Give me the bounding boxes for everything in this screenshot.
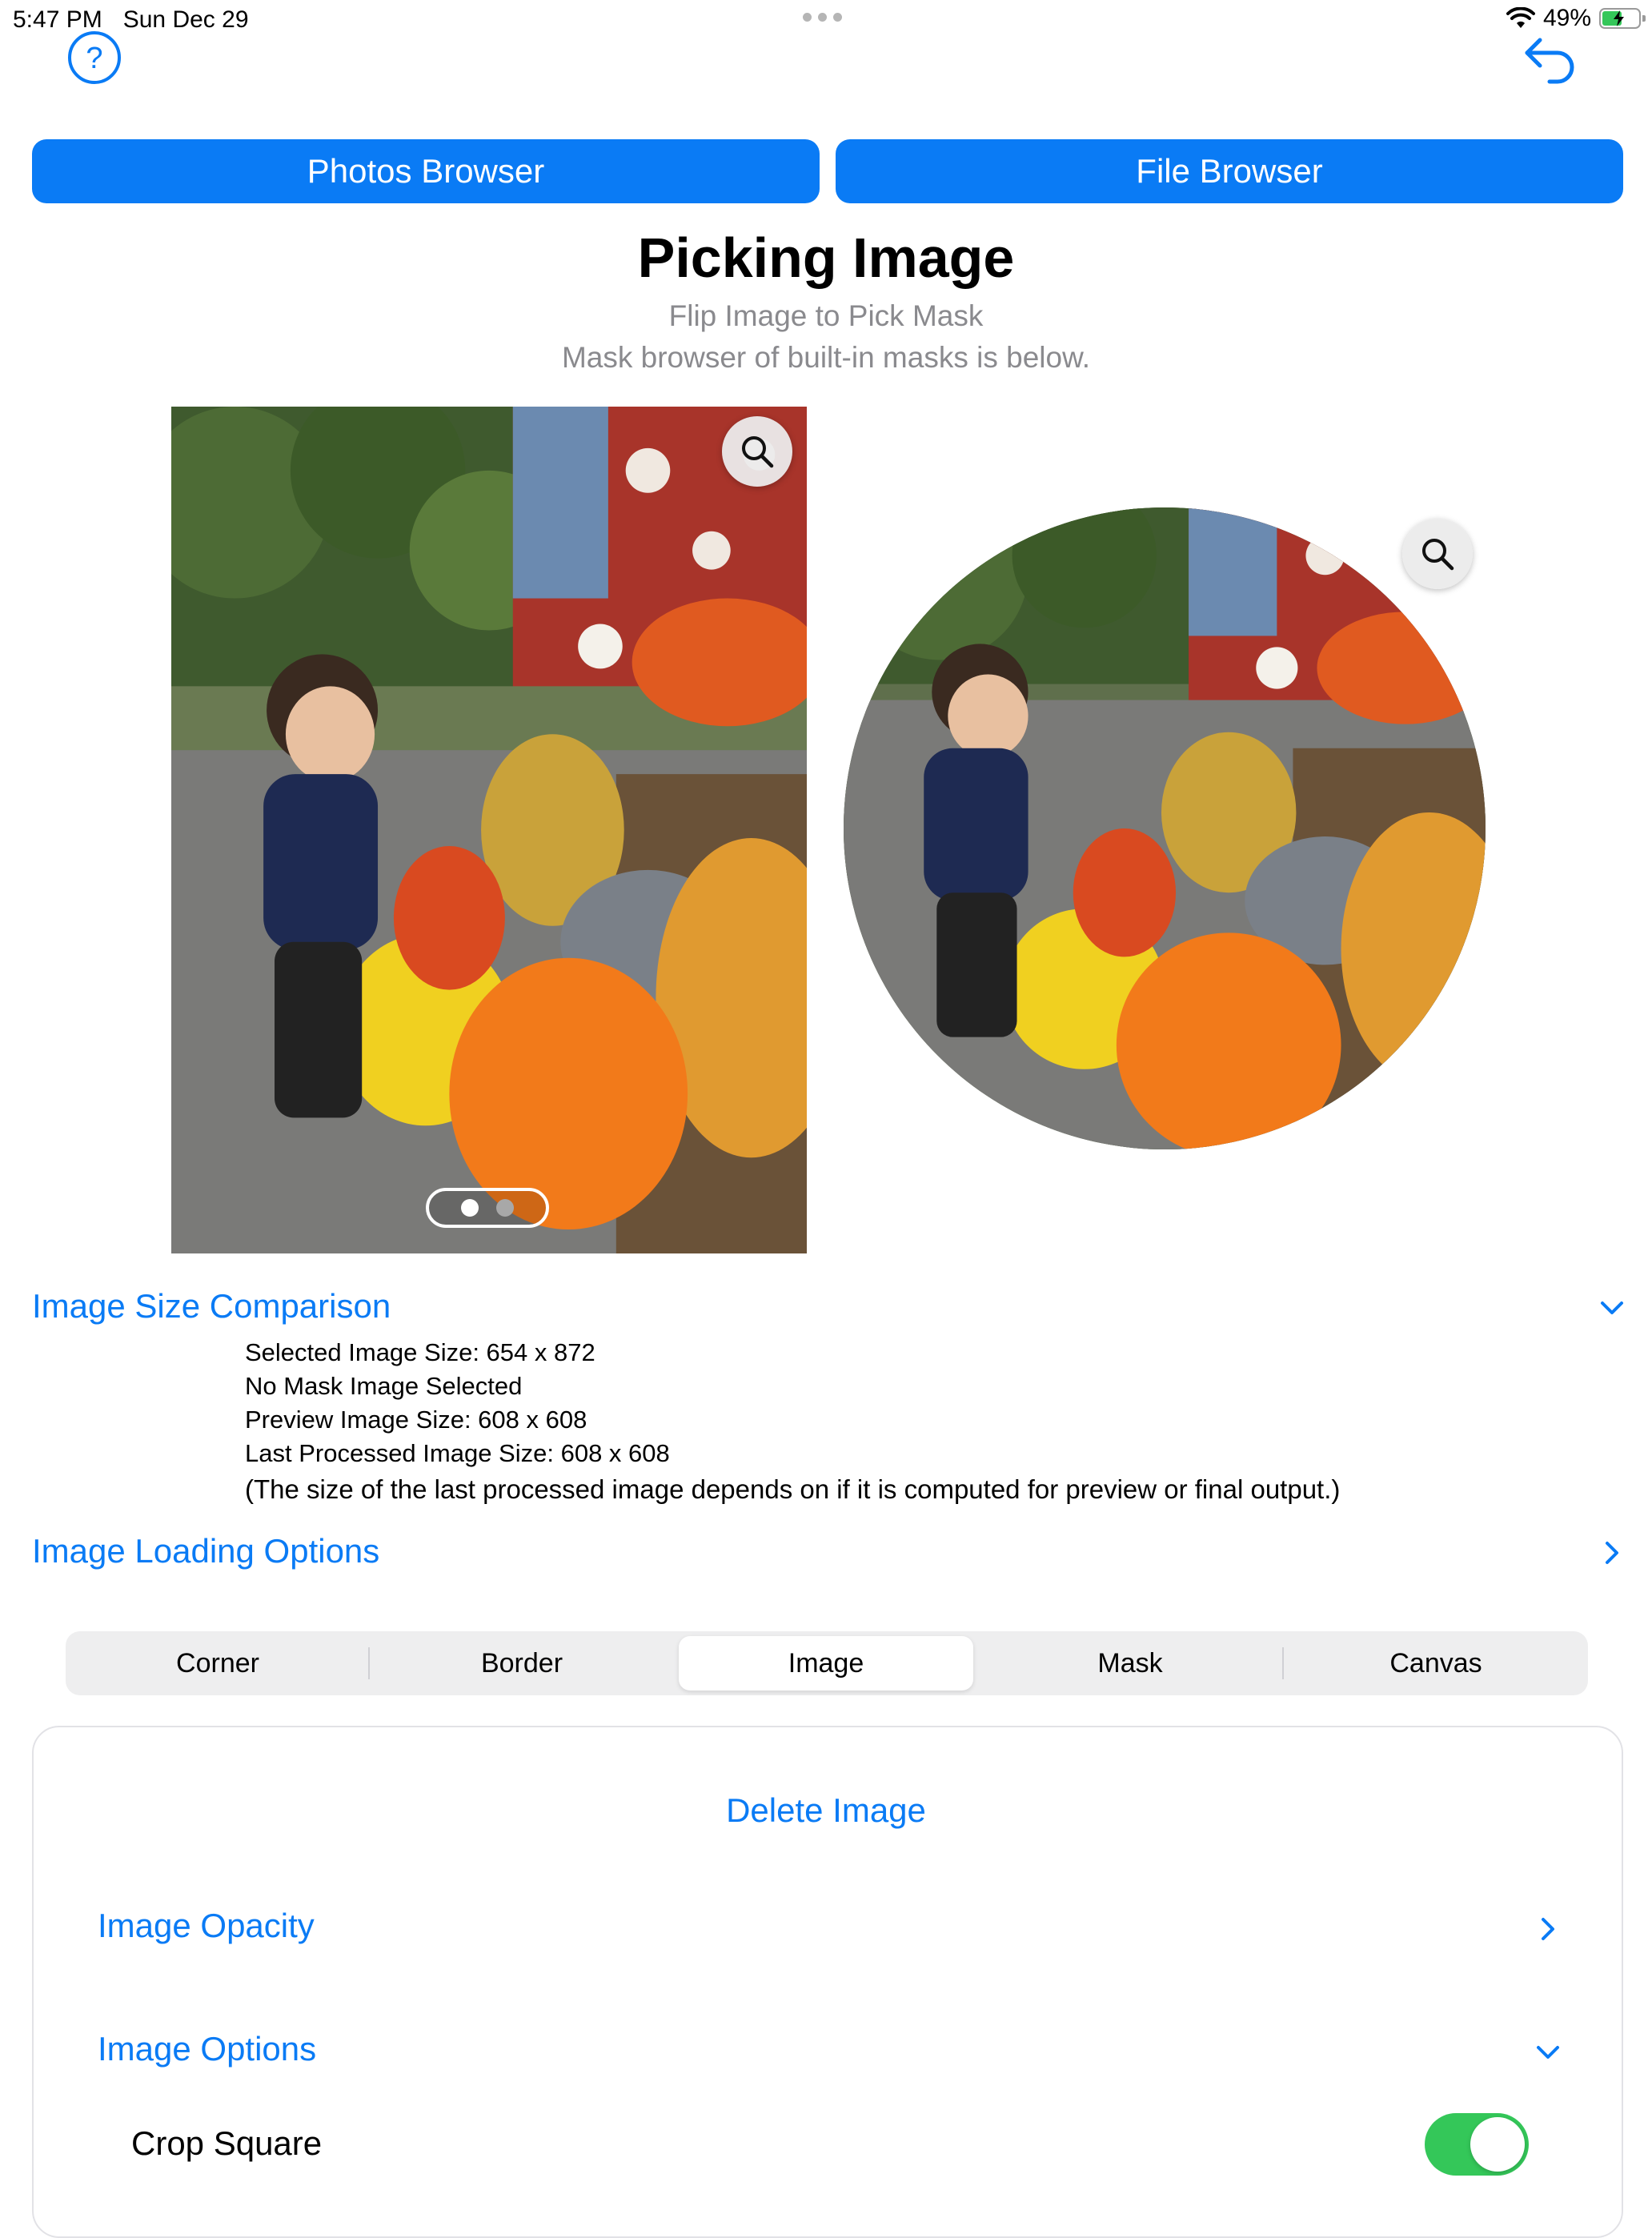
zoom-preview-image-button[interactable] xyxy=(1402,519,1473,589)
status-time: 5:47 PM xyxy=(13,6,102,33)
file-browser-button[interactable]: File Browser xyxy=(836,139,1623,203)
toggle-knob xyxy=(1470,2117,1525,2172)
page-title: Picking Image xyxy=(637,227,1015,289)
multitasking-dots[interactable] xyxy=(803,13,842,22)
crop-square-label: Crop Square xyxy=(131,2124,323,2162)
chevron-down-icon[interactable] xyxy=(1532,2036,1564,2068)
segment-mask[interactable]: Mask xyxy=(978,1631,1282,1695)
zoom-selected-image-button[interactable] xyxy=(722,416,792,487)
preview-image-size: Preview Image Size: 608 x 608 xyxy=(245,1406,587,1434)
magnifier-icon xyxy=(1422,539,1454,571)
page-indicator[interactable] xyxy=(426,1188,549,1228)
crop-square-toggle[interactable] xyxy=(1425,2113,1529,2176)
selected-image[interactable] xyxy=(171,407,807,1253)
segment-canvas[interactable]: Canvas xyxy=(1284,1631,1588,1695)
chevron-right-icon[interactable] xyxy=(1532,1913,1564,1945)
segment-corner[interactable]: Corner xyxy=(66,1631,370,1695)
selected-image-size: Selected Image Size: 654 x 872 xyxy=(245,1338,595,1366)
page-dot-active xyxy=(461,1199,479,1217)
page-dot xyxy=(496,1199,514,1217)
magnifier-icon xyxy=(742,436,774,468)
segment-border[interactable]: Border xyxy=(370,1631,674,1695)
delete-image-button[interactable]: Delete Image xyxy=(0,1791,1652,1830)
status-date: Sun Dec 29 xyxy=(122,6,249,33)
image-size-comparison-toggle[interactable]: Image Size Comparison xyxy=(32,1287,391,1326)
chevron-right-icon[interactable] xyxy=(1596,1537,1628,1569)
image-options-toggle[interactable]: Image Options xyxy=(98,2030,316,2068)
help-icon[interactable]: ? xyxy=(67,30,122,85)
svg-text:?: ? xyxy=(86,42,102,75)
mask-image-status: No Mask Image Selected xyxy=(245,1372,523,1400)
image-opacity-toggle[interactable]: Image Opacity xyxy=(98,1907,315,1945)
editor-segmented-control: Corner Border Image Mask Canvas xyxy=(66,1631,1588,1695)
wifi-icon xyxy=(1506,7,1535,28)
preview-image[interactable] xyxy=(844,507,1486,1149)
page-subtitle-2: Mask browser of built-in masks is below. xyxy=(561,341,1091,374)
battery-percent: 49% xyxy=(1542,5,1591,31)
chevron-down-icon[interactable] xyxy=(1596,1292,1628,1324)
status-bar-left: 5:47 PM Sun Dec 29 xyxy=(13,6,249,34)
image-loading-options-toggle[interactable]: Image Loading Options xyxy=(32,1532,379,1570)
page-subtitle: Flip Image to Pick Mask xyxy=(668,299,984,332)
size-note: (The size of the last processed image de… xyxy=(245,1474,1341,1504)
status-bar-right: 49% xyxy=(1506,5,1646,32)
battery-icon xyxy=(1599,8,1646,29)
undo-arrow-icon[interactable] xyxy=(1521,29,1580,88)
photos-browser-button[interactable]: Photos Browser xyxy=(32,139,820,203)
last-processed-image-size: Last Processed Image Size: 608 x 608 xyxy=(245,1439,670,1467)
segment-image[interactable]: Image xyxy=(679,1636,973,1691)
